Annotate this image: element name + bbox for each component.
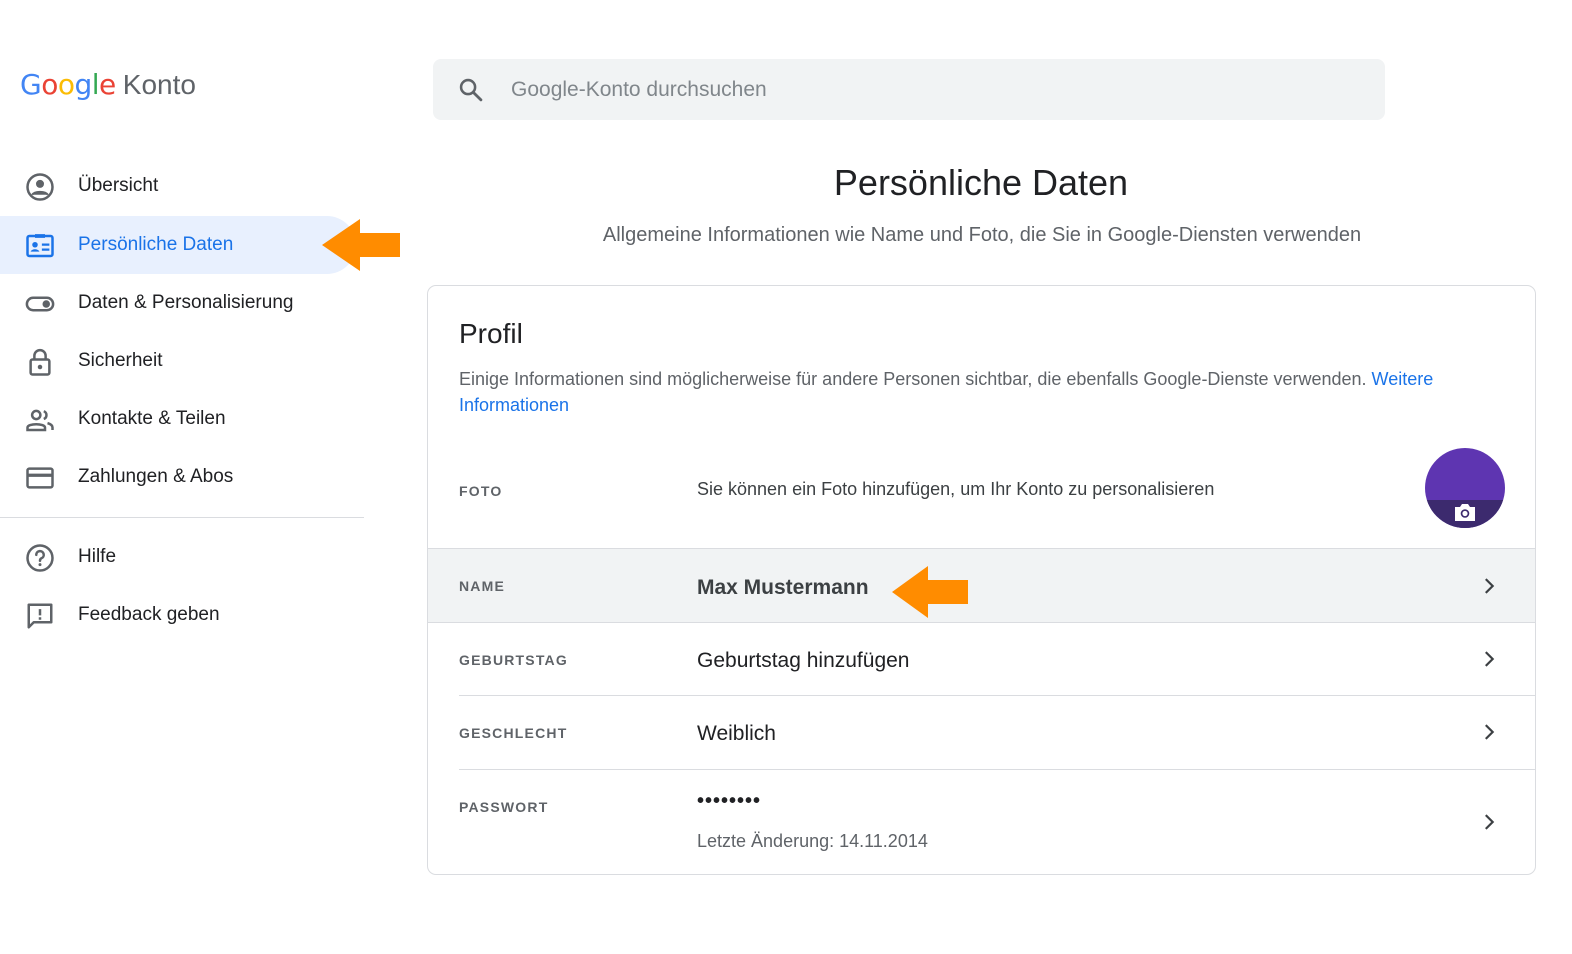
- camera-icon: [1455, 504, 1475, 521]
- page-subtitle: Allgemeine Informationen wie Name und Fo…: [602, 224, 1362, 246]
- profile-card-description: Einige Informationen sind möglicherweise…: [459, 366, 1509, 418]
- photo-row-value: Sie können ein Foto hinzufügen, um Ihr K…: [697, 479, 1215, 499]
- password-row-value: ••••••••: [697, 790, 762, 812]
- password-last-changed: Letzte Änderung: 14.11.2014: [697, 831, 928, 851]
- page-title: Persönliche Daten: [833, 162, 1129, 203]
- sidebar-item-label: Feedback geben: [78, 604, 220, 625]
- profile-description-text: Einige Informationen sind möglicherweise…: [459, 369, 1367, 389]
- gender-row[interactable]: GESCHLECHT Weiblich: [428, 696, 1535, 769]
- password-row[interactable]: PASSWORT •••••••• Letzte Änderung: 14.11…: [428, 770, 1535, 874]
- sidebar-item-help[interactable]: Hilfe: [0, 528, 356, 586]
- name-row-value: Max Mustermann: [697, 576, 869, 599]
- credit-card-icon: [26, 467, 54, 489]
- sidebar-item-label: Hilfe: [78, 546, 117, 567]
- id-card-icon: [26, 234, 54, 258]
- sidebar-item-label: Kontakte & Teilen: [78, 408, 226, 429]
- help-icon: [26, 544, 54, 572]
- chevron-right-icon: [1485, 578, 1495, 594]
- sidebar-item-payments[interactable]: Zahlungen & Abos: [0, 448, 356, 506]
- google-konto-logo[interactable]: Google Konto: [20, 68, 196, 112]
- google-wordmark: Google: [20, 68, 116, 101]
- avatar[interactable]: [1425, 448, 1505, 528]
- birthday-row-value: Geburtstag hinzufügen: [697, 649, 910, 672]
- sidebar-divider: [0, 517, 364, 518]
- photo-row-label: FOTO: [459, 483, 503, 499]
- account-circle-icon: [26, 173, 54, 201]
- sidebar-item-overview[interactable]: Übersicht: [0, 157, 356, 215]
- profile-card: Profil Einige Informationen sind möglich…: [427, 285, 1536, 875]
- chevron-right-icon: [1485, 814, 1495, 830]
- photo-row[interactable]: FOTO Sie können ein Foto hinzufügen, um …: [428, 436, 1535, 548]
- sidebar-item-label: Übersicht: [78, 175, 159, 196]
- search-bar[interactable]: [433, 59, 1385, 120]
- name-row-label: NAME: [459, 578, 506, 594]
- sidebar-item-security[interactable]: Sicherheit: [0, 332, 356, 390]
- sidebar-item-label: Daten & Personalisierung: [78, 292, 294, 313]
- gender-row-value: Weiblich: [697, 722, 776, 745]
- people-icon: [26, 409, 54, 432]
- lock-icon: [29, 348, 51, 376]
- sidebar-item-label: Persönliche Daten: [78, 234, 234, 255]
- sidebar-item-data-personalization[interactable]: Daten & Personalisierung: [0, 274, 356, 332]
- sidebar-item-feedback[interactable]: Feedback geben: [0, 586, 356, 644]
- profile-card-title: Profil: [459, 318, 523, 349]
- sidebar-item-label: Zahlungen & Abos: [78, 466, 234, 487]
- birthday-row[interactable]: GEBURTSTAG Geburtstag hinzufügen: [428, 623, 1535, 695]
- annotation-arrow-icon: [892, 566, 968, 618]
- chevron-right-icon: [1485, 724, 1495, 740]
- toggle-icon: [25, 296, 55, 312]
- logo-konto-text: Konto: [122, 69, 196, 100]
- sidebar-item-contacts-sharing[interactable]: Kontakte & Teilen: [0, 390, 356, 448]
- annotation-arrow-icon: [322, 219, 400, 271]
- sidebar-item-label: Sicherheit: [78, 350, 163, 371]
- password-row-label: PASSWORT: [459, 799, 549, 815]
- name-row[interactable]: NAME Max Mustermann: [428, 549, 1535, 622]
- chevron-right-icon: [1485, 651, 1495, 667]
- gender-row-label: GESCHLECHT: [459, 725, 568, 741]
- feedback-icon: [27, 603, 53, 629]
- birthday-row-label: GEBURTSTAG: [459, 652, 568, 668]
- search-icon[interactable]: [457, 76, 485, 104]
- search-input[interactable]: [509, 59, 1349, 120]
- sidebar-item-personal-info[interactable]: Persönliche Daten: [0, 216, 356, 274]
